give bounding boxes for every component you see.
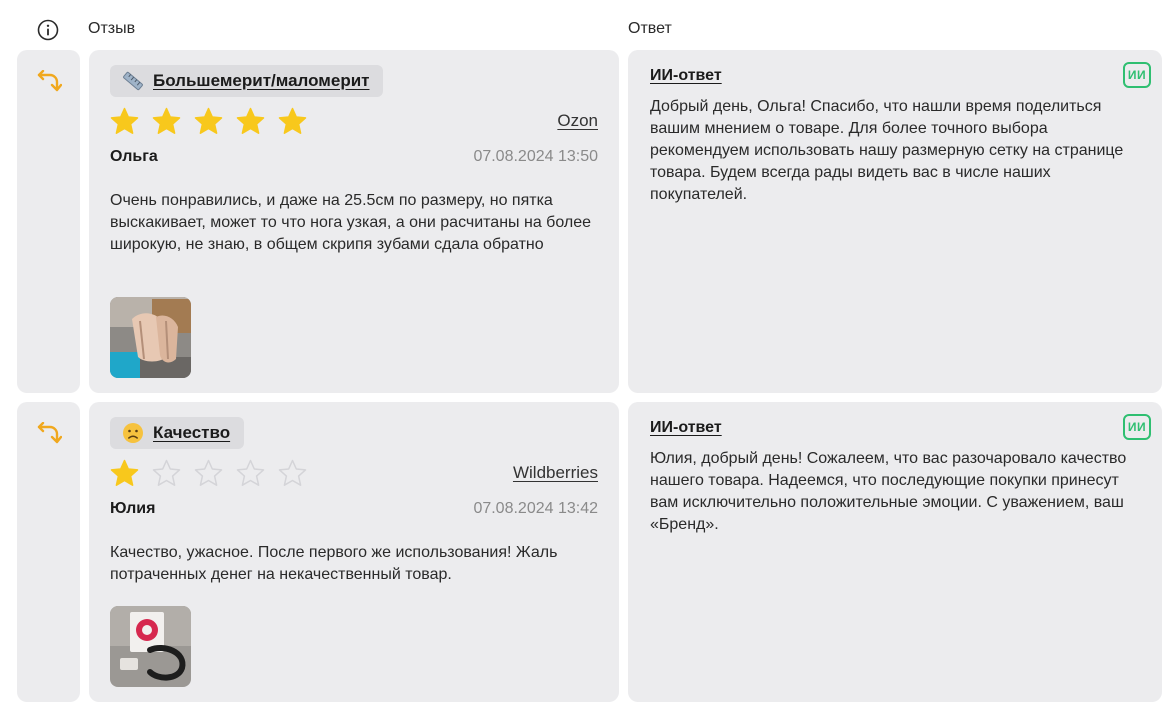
rating-stars	[110, 459, 307, 488]
ruler-icon	[123, 71, 143, 91]
review-tag-label: Большемерит/маломерит	[153, 71, 370, 90]
review-row: Большемерит/маломерит Ozon Ольга 07.08.2…	[0, 50, 1176, 393]
table-header: Отзыв Ответ	[0, 0, 1176, 50]
review-photo[interactable]	[110, 297, 191, 378]
star-filled-icon	[152, 107, 181, 134]
answer-card: ИИ-ответ ИИ Добрый день, Ольга! Спасибо,…	[628, 50, 1162, 393]
review-tag[interactable]: Большемерит/маломерит	[110, 65, 384, 97]
review-column-header: Отзыв	[88, 20, 136, 37]
review-author: Юлия	[110, 500, 156, 517]
review-photo[interactable]	[110, 606, 191, 687]
review-author: Ольга	[110, 148, 158, 165]
ai-answer-text[interactable]: Юлия, добрый день! Сожалеем, что вас раз…	[650, 448, 1140, 536]
ai-badge-icon: ИИ	[1123, 62, 1151, 88]
platform-link[interactable]: Wildberries	[513, 463, 598, 483]
row-action-panel	[17, 50, 80, 393]
ai-badge-icon: ИИ	[1123, 414, 1151, 440]
review-date: 07.08.2024 13:42	[473, 500, 598, 517]
star-empty-icon	[236, 459, 265, 486]
ai-answer-title: ИИ-ответ	[650, 67, 722, 84]
review-row: Качество Wildberries Юлия 07.08.2024 13:…	[0, 402, 1176, 702]
review-text: Качество, ужасное. После первого же испо…	[110, 544, 558, 583]
star-empty-icon	[194, 459, 223, 486]
answer-card: ИИ-ответ ИИ Юлия, добрый день! Сожалеем,…	[628, 402, 1162, 702]
shoes-photo-image	[110, 297, 191, 378]
review-card: Качество Wildberries Юлия 07.08.2024 13:…	[89, 402, 619, 702]
rating-stars	[110, 107, 307, 136]
star-empty-icon	[152, 459, 181, 486]
product-photo-image	[110, 606, 191, 687]
review-tag[interactable]: Качество	[110, 417, 245, 449]
star-filled-icon	[110, 459, 139, 486]
review-card: Большемерит/маломерит Ozon Ольга 07.08.2…	[89, 50, 619, 393]
star-filled-icon	[236, 107, 265, 134]
ai-answer-text[interactable]: Добрый день, Ольга! Спасибо, что нашли в…	[650, 96, 1140, 206]
info-circle-icon[interactable]	[37, 19, 59, 41]
review-text: Очень понравились, и даже на 25.5см по р…	[110, 192, 592, 253]
review-date: 07.08.2024 13:50	[473, 148, 598, 165]
reply-arrow-icon[interactable]	[36, 70, 62, 94]
review-tag-label: Качество	[153, 423, 231, 442]
sad-face-icon	[123, 423, 143, 443]
star-empty-icon	[278, 459, 307, 486]
reply-arrow-icon[interactable]	[36, 422, 62, 446]
answer-column-header: Ответ	[628, 20, 672, 37]
star-filled-icon	[110, 107, 139, 134]
platform-link[interactable]: Ozon	[557, 111, 598, 131]
star-filled-icon	[278, 107, 307, 134]
row-action-panel	[17, 402, 80, 702]
star-filled-icon	[194, 107, 223, 134]
ai-answer-title: ИИ-ответ	[650, 419, 722, 436]
